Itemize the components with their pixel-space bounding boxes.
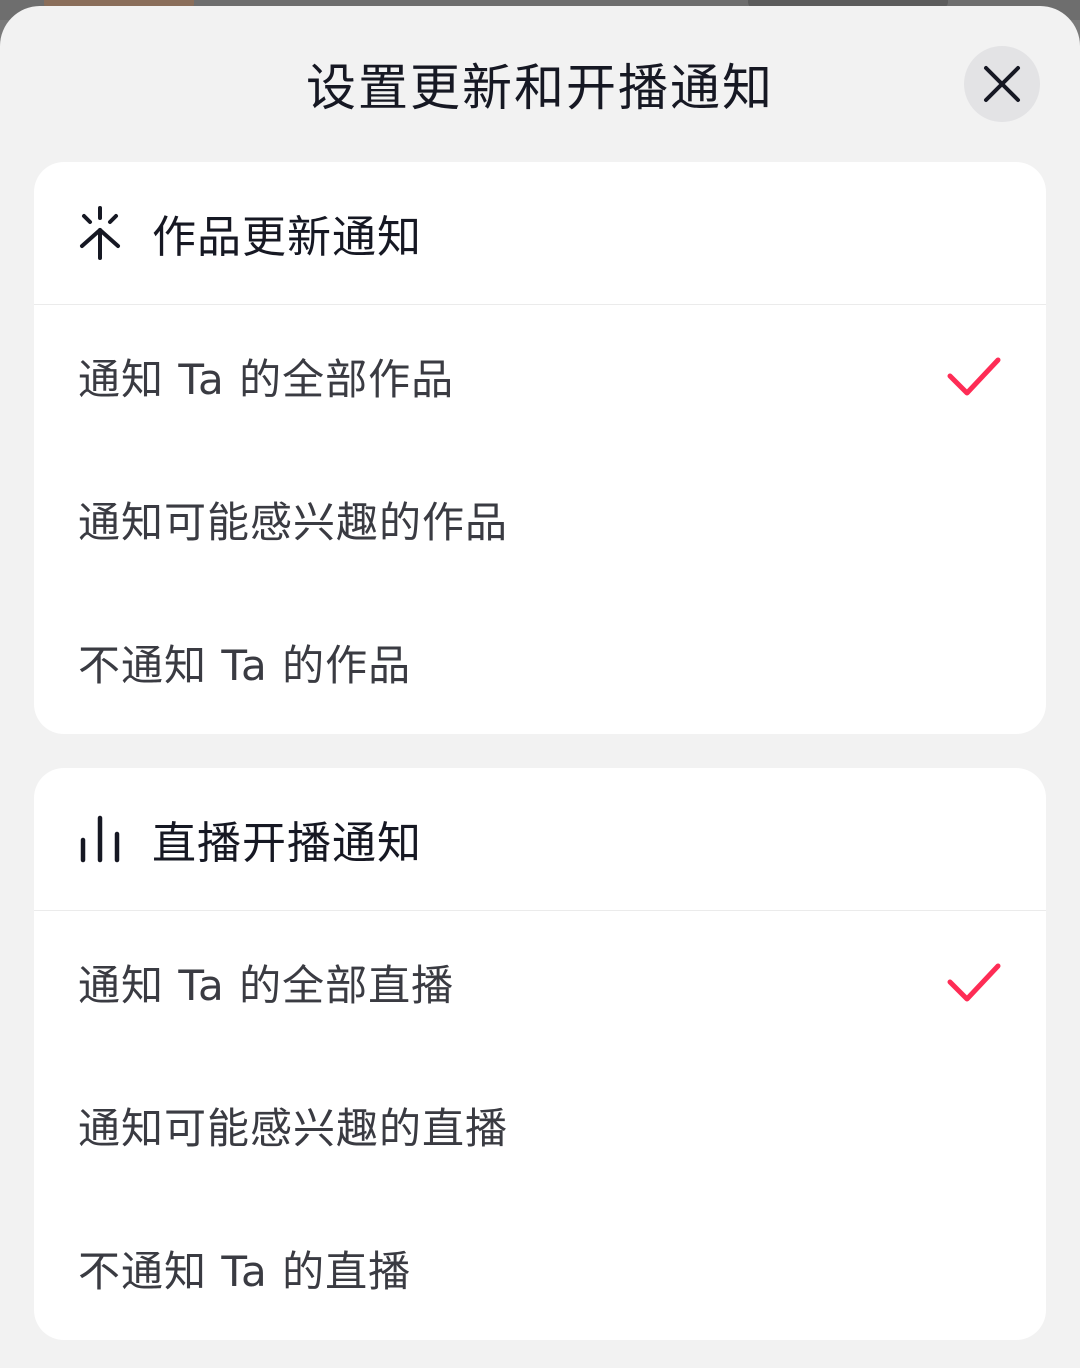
- live-option-all[interactable]: 通知 Ta 的全部直播: [34, 911, 1046, 1054]
- option-label: 通知 Ta 的全部直播: [78, 961, 455, 1010]
- close-button[interactable]: [964, 46, 1040, 122]
- live-option-none[interactable]: 不通知 Ta 的直播: [34, 1197, 1046, 1340]
- option-label: 不通知 Ta 的直播: [78, 1247, 412, 1296]
- sparkle-icon: [76, 205, 124, 261]
- works-section-header: 作品更新通知: [34, 162, 1046, 305]
- live-section-title: 直播开播通知: [152, 818, 422, 869]
- notification-settings-sheet: 设置更新和开播通知 作品更新通知 通知 Ta 的全部作品 通知可能感兴趣的作品 …: [0, 6, 1080, 1368]
- live-bars-icon: [76, 811, 124, 867]
- option-label: 通知 Ta 的全部作品: [78, 355, 455, 404]
- check-icon: [946, 961, 1002, 1005]
- check-icon: [946, 355, 1002, 399]
- live-notification-card: 直播开播通知 通知 Ta 的全部直播 通知可能感兴趣的直播 不通知 Ta 的直播: [34, 768, 1046, 1340]
- live-option-interested[interactable]: 通知可能感兴趣的直播: [34, 1054, 1046, 1197]
- works-option-none[interactable]: 不通知 Ta 的作品: [34, 591, 1046, 734]
- option-label: 通知可能感兴趣的作品: [78, 498, 509, 547]
- sheet-title: 设置更新和开播通知: [306, 59, 774, 117]
- option-label: 通知可能感兴趣的直播: [78, 1104, 509, 1153]
- close-icon: [984, 66, 1020, 102]
- option-label: 不通知 Ta 的作品: [78, 641, 412, 690]
- works-option-all[interactable]: 通知 Ta 的全部作品: [34, 305, 1046, 448]
- works-option-interested[interactable]: 通知可能感兴趣的作品: [34, 448, 1046, 591]
- live-section-header: 直播开播通知: [34, 768, 1046, 911]
- works-section-title: 作品更新通知: [152, 212, 422, 263]
- works-notification-card: 作品更新通知 通知 Ta 的全部作品 通知可能感兴趣的作品 不通知 Ta 的作品: [34, 162, 1046, 734]
